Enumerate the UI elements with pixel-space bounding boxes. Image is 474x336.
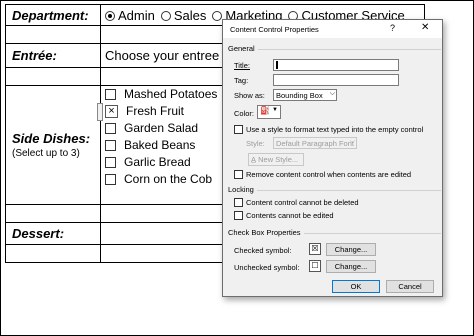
unchecked-symbol-preview: ☐ bbox=[309, 260, 321, 272]
radio-sales-label: Sales bbox=[173, 8, 207, 23]
checkbox-garlic-bread[interactable] bbox=[105, 157, 116, 168]
cannot-edit-label: Contents cannot be edited bbox=[246, 211, 334, 220]
style-label: Style: bbox=[246, 139, 265, 148]
section-checkbox-label: Check Box Properties bbox=[228, 228, 304, 237]
show-as-select[interactable]: Bounding Box ⌵ bbox=[273, 89, 337, 101]
color-picker-button[interactable]: ⛽ ▼ bbox=[257, 105, 281, 119]
content-control-handle[interactable] bbox=[97, 103, 103, 121]
close-icon[interactable]: ✕ bbox=[421, 22, 429, 33]
radio-admin[interactable]: Admin bbox=[105, 8, 155, 23]
cannot-delete-checkbox[interactable] bbox=[234, 198, 243, 207]
item-label: Garden Salad bbox=[124, 121, 199, 135]
cannot-edit-checkbox[interactable] bbox=[234, 211, 243, 220]
new-style-label: New Style... bbox=[258, 155, 299, 164]
radio-admin-label: Admin bbox=[118, 8, 155, 23]
paint-bucket-icon: ⛽ bbox=[260, 106, 270, 115]
section-divider bbox=[228, 49, 441, 50]
use-style-label: Use a style to format text typed into th… bbox=[246, 125, 424, 134]
item-label: Corn on the Cob bbox=[124, 172, 213, 186]
section-locking: Locking bbox=[228, 185, 441, 194]
side-dishes-cell: Side Dishes: (Select up to 3) bbox=[5, 85, 101, 205]
style-value: Default Paragraph Font bbox=[276, 139, 354, 148]
checkbox-fresh-fruit-checked[interactable]: × bbox=[105, 105, 118, 118]
cancel-button[interactable]: Cancel bbox=[386, 280, 434, 293]
radio-marketing-circle[interactable] bbox=[212, 10, 223, 21]
color-label: Color: bbox=[234, 109, 255, 118]
spacer-cell bbox=[5, 204, 101, 223]
section-general: General bbox=[228, 44, 441, 53]
dialog-title: Content Control Properties bbox=[230, 25, 319, 34]
checked-symbol-preview: ☒ bbox=[309, 243, 321, 255]
checkbox-garden-salad[interactable] bbox=[105, 123, 116, 134]
checked-symbol-label: Checked symbol: bbox=[234, 246, 292, 255]
dropdown-arrow-icon: ▼ bbox=[272, 107, 278, 113]
title-label: Title: bbox=[234, 61, 250, 70]
show-as-value: Bounding Box bbox=[276, 91, 323, 100]
chevron-down-icon: ⌵ bbox=[349, 138, 355, 145]
section-checkbox-properties: Check Box Properties bbox=[228, 228, 441, 237]
radio-sales-circle[interactable] bbox=[160, 10, 171, 21]
ok-button[interactable]: OK bbox=[332, 280, 380, 293]
entree-label: Entrée: bbox=[5, 43, 101, 68]
tag-label: Tag: bbox=[234, 76, 249, 85]
help-icon[interactable]: ? bbox=[390, 23, 395, 33]
radio-sales[interactable]: Sales bbox=[160, 8, 207, 23]
item-label: Garlic Bread bbox=[124, 155, 191, 169]
change-checked-symbol-button[interactable]: Change... bbox=[326, 243, 376, 256]
text-caret bbox=[276, 61, 278, 69]
title-input[interactable] bbox=[273, 59, 399, 71]
checkbox-mashed-potatoes[interactable] bbox=[105, 89, 116, 100]
checkbox-corn-on-the-cob[interactable] bbox=[105, 174, 116, 185]
dialog-titlebar: Content Control Properties ? ✕ bbox=[223, 20, 442, 38]
style-select[interactable]: Default Paragraph Font ⌵ bbox=[273, 137, 357, 149]
remove-control-label: Remove content control when contents are… bbox=[246, 170, 412, 179]
chevron-down-icon: ⌵ bbox=[329, 90, 335, 97]
show-as-label: Show as: bbox=[234, 91, 265, 100]
department-label: Department: bbox=[5, 4, 101, 26]
section-general-label: General bbox=[228, 44, 258, 53]
cannot-delete-label: Content control cannot be deleted bbox=[246, 198, 359, 207]
dessert-label: Dessert: bbox=[5, 222, 101, 245]
remove-control-checkbox[interactable] bbox=[234, 170, 243, 179]
new-style-button[interactable]: A̲ New Style... bbox=[248, 153, 304, 166]
spacer-cell bbox=[5, 244, 101, 263]
spacer-cell bbox=[5, 67, 101, 86]
item-label: Baked Beans bbox=[124, 138, 196, 152]
checkbox-baked-beans[interactable] bbox=[105, 140, 116, 151]
radio-admin-circle[interactable] bbox=[105, 10, 115, 21]
section-divider bbox=[228, 190, 441, 191]
side-dishes-label: Side Dishes: bbox=[12, 131, 91, 146]
spacer-cell bbox=[5, 25, 101, 44]
content-control-properties-dialog: Content Control Properties ? ✕ General T… bbox=[222, 19, 443, 297]
new-style-icon: A̲ bbox=[251, 155, 257, 164]
change-unchecked-symbol-button[interactable]: Change... bbox=[326, 260, 376, 273]
tag-input[interactable] bbox=[273, 74, 399, 86]
item-label: Fresh Fruit bbox=[126, 104, 185, 118]
use-style-checkbox[interactable] bbox=[234, 125, 243, 134]
unchecked-symbol-label: Unchecked symbol: bbox=[234, 263, 300, 272]
section-locking-label: Locking bbox=[228, 185, 257, 194]
item-label: Mashed Potatoes bbox=[124, 87, 218, 101]
side-dishes-note: (Select up to 3) bbox=[12, 148, 80, 159]
